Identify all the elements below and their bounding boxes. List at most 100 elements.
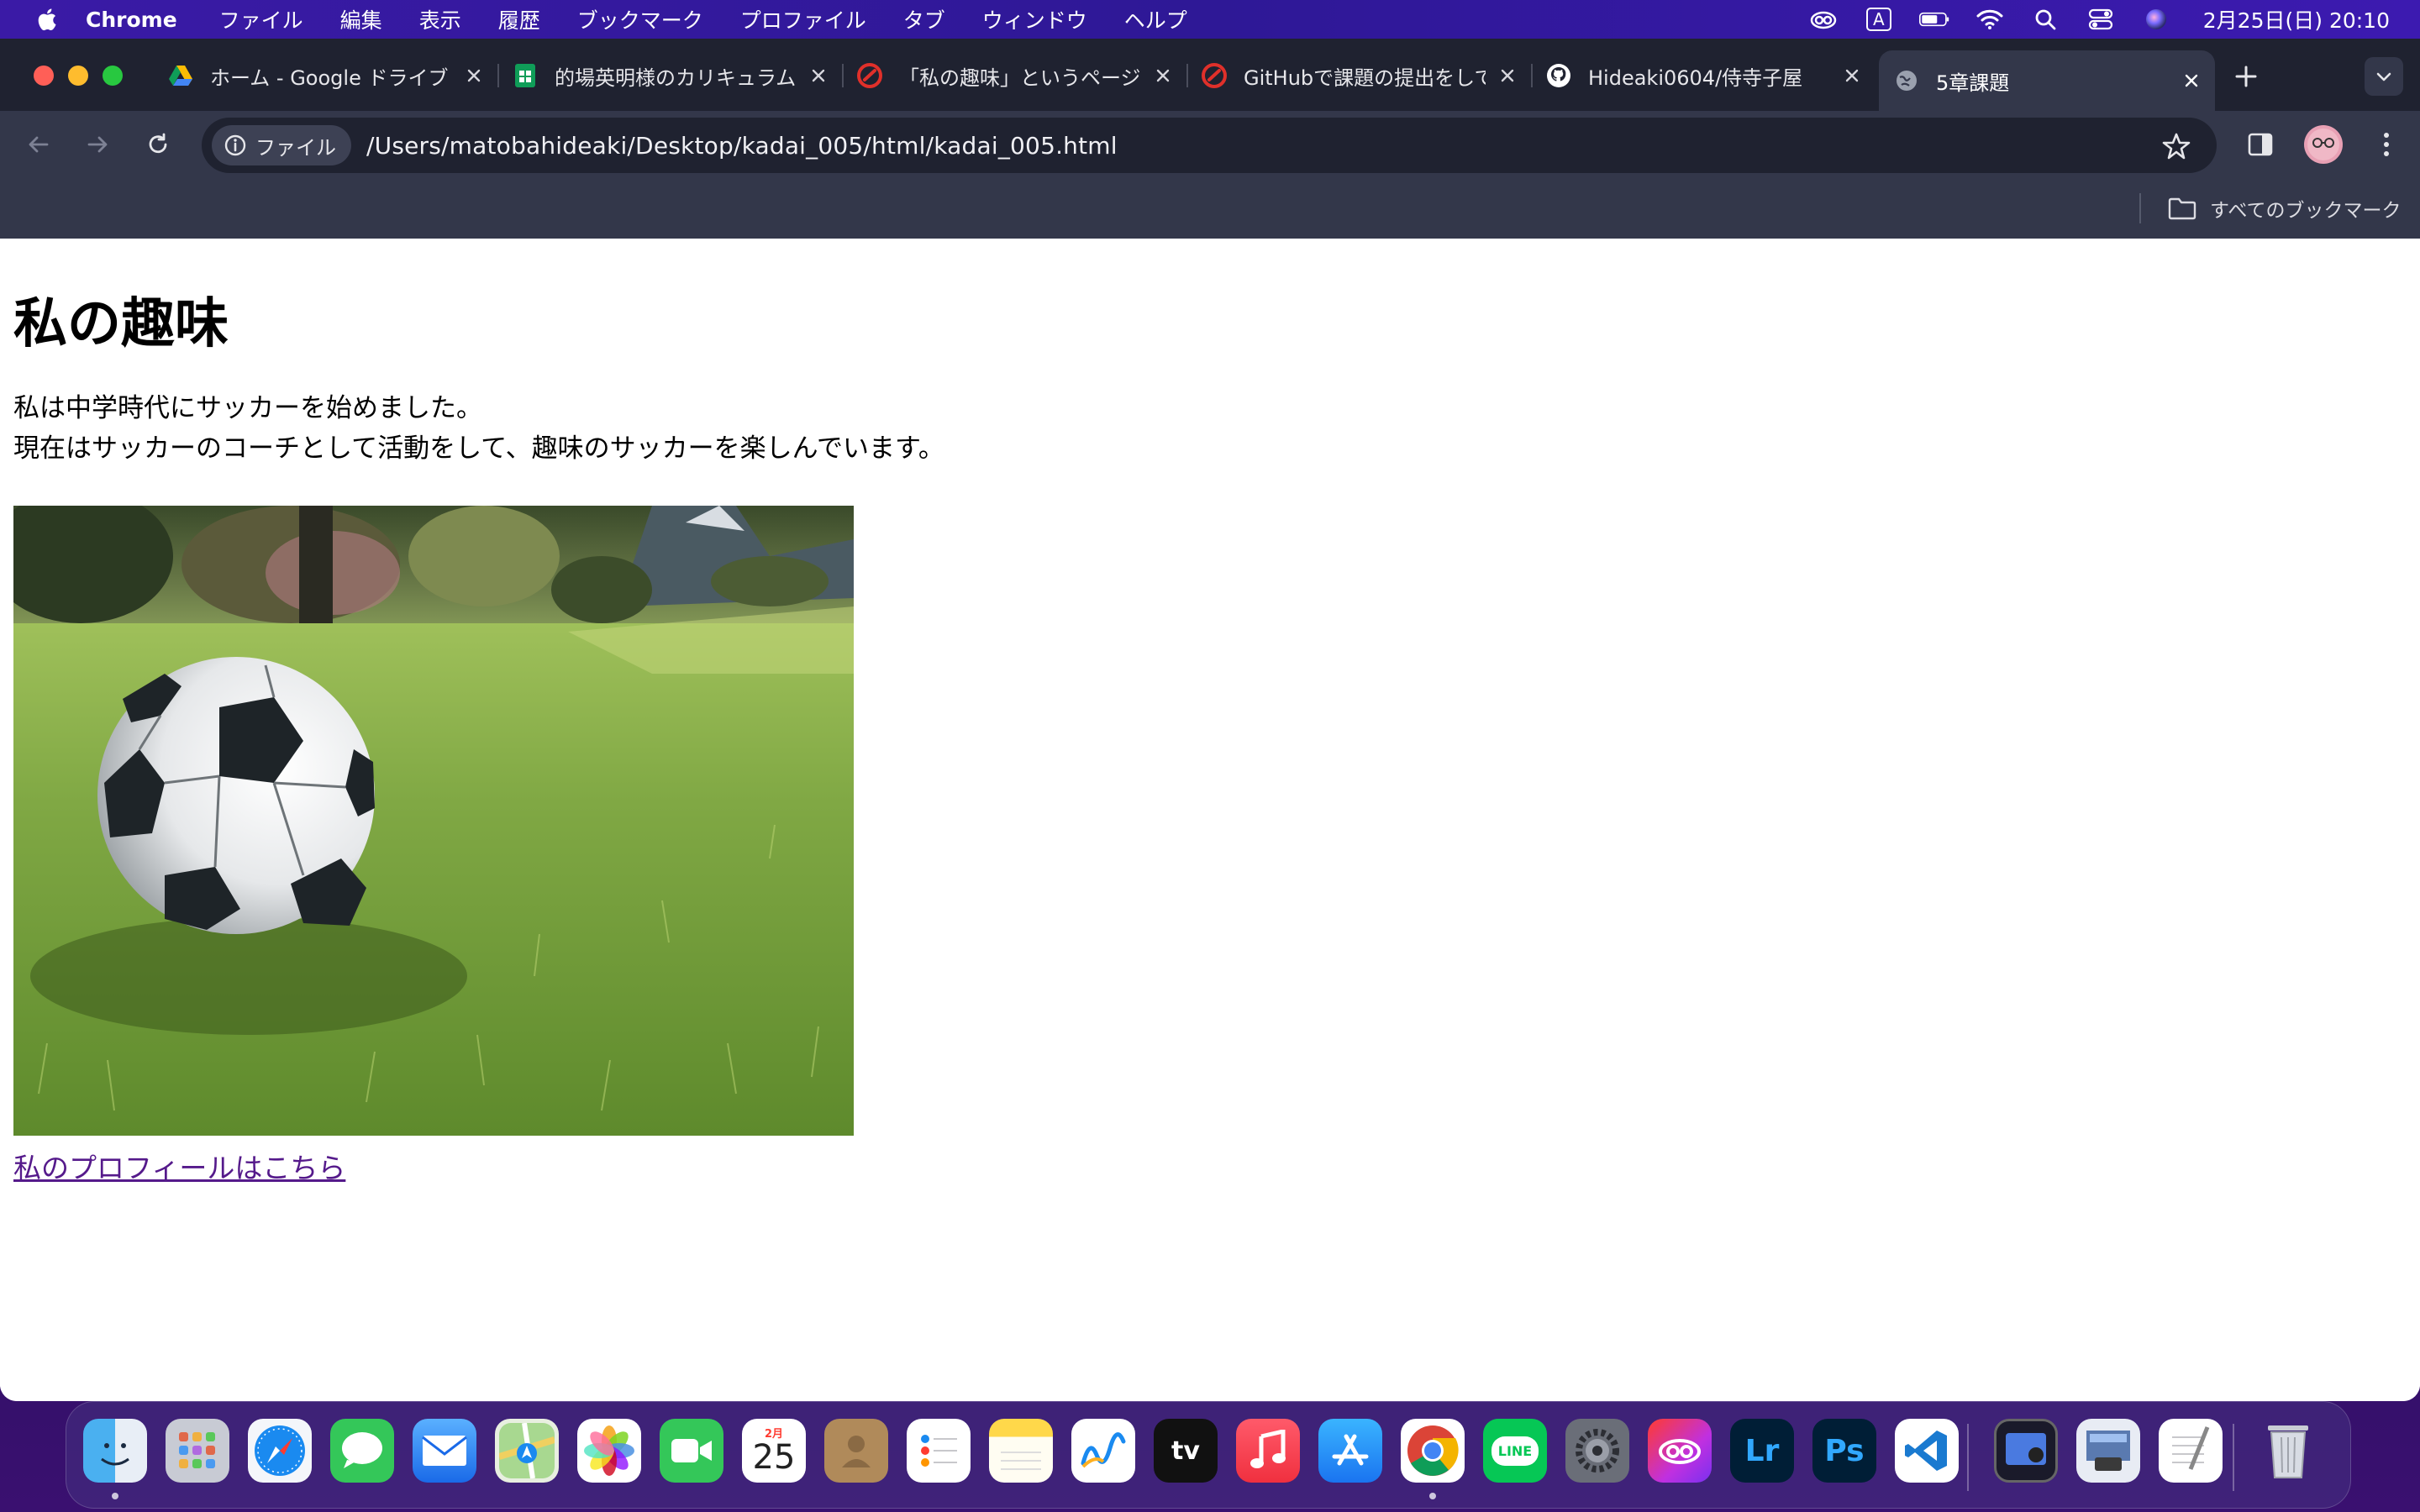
- url-text[interactable]: /Users/matobahideaki/Desktop/kadai_005/h…: [366, 132, 1118, 160]
- apple-tv-icon[interactable]: tv: [1154, 1419, 1218, 1483]
- tab-github-submission[interactable]: GitHubで課題の提出をして: [1186, 50, 1533, 101]
- menu-file[interactable]: ファイル: [219, 4, 303, 34]
- creative-cloud-status-icon[interactable]: [1808, 7, 1839, 32]
- menu-help[interactable]: ヘルプ: [1124, 4, 1187, 34]
- more-menu-icon[interactable]: [2371, 128, 2402, 161]
- dock-separator: [2233, 1424, 2234, 1491]
- apple-tv-label: tv: [1171, 1436, 1200, 1466]
- contacts-icon[interactable]: [824, 1419, 888, 1483]
- close-tab-icon[interactable]: [1842, 66, 1862, 86]
- close-tab-icon[interactable]: [1153, 66, 1173, 86]
- tab-google-drive[interactable]: ホーム - Google ドライブ: [153, 50, 499, 101]
- menu-window[interactable]: ウィンドウ: [982, 4, 1087, 34]
- window-controls: [34, 66, 123, 86]
- site-info-chip[interactable]: ファイル: [212, 125, 351, 165]
- photos-icon[interactable]: [577, 1419, 641, 1483]
- menu-tab[interactable]: タブ: [903, 4, 945, 34]
- bookmarks-bar: すべてのブックマーク: [0, 178, 2420, 239]
- calendar-icon[interactable]: 2月 25: [742, 1419, 806, 1483]
- textedit-icon[interactable]: [2159, 1419, 2223, 1483]
- control-center-icon[interactable]: [2086, 7, 2116, 32]
- back-button[interactable]: [22, 128, 55, 161]
- new-tab-icon[interactable]: [2232, 62, 2260, 91]
- input-mode-label: A: [1865, 8, 1891, 31]
- system-settings-icon[interactable]: [1565, 1419, 1629, 1483]
- dock: 2月 25 tv LINE Lr Ps: [66, 1401, 2351, 1509]
- trash-icon[interactable]: [2256, 1419, 2320, 1483]
- tab-chapter5-task[interactable]: 5章課題: [1879, 50, 2215, 111]
- close-tab-icon[interactable]: [464, 66, 484, 86]
- app-store-icon[interactable]: [1318, 1419, 1382, 1483]
- tab-title: ホーム - Google ドライブ: [210, 66, 449, 90]
- chrome-icon[interactable]: [1401, 1419, 1465, 1483]
- notes-icon[interactable]: [989, 1419, 1053, 1483]
- close-window-button[interactable]: [34, 66, 54, 86]
- wifi-icon[interactable]: [1975, 7, 2005, 32]
- globe-icon: [1894, 68, 1919, 93]
- running-indicator: [1429, 1493, 1436, 1499]
- vscode-icon[interactable]: [1895, 1419, 1959, 1483]
- siri-icon[interactable]: [2141, 7, 2171, 32]
- tab-title: GitHubで課題の提出をして: [1244, 66, 1486, 90]
- profile-avatar[interactable]: [2304, 125, 2343, 164]
- script-editor-icon[interactable]: [2076, 1419, 2140, 1483]
- launchpad-icon[interactable]: [166, 1419, 229, 1483]
- paragraph-line-1: 私は中学時代にサッカーを始めました。: [13, 393, 482, 423]
- menu-profiles[interactable]: プロファイル: [740, 4, 866, 34]
- menu-edit[interactable]: 編集: [340, 4, 382, 34]
- facetime-icon[interactable]: [660, 1419, 723, 1483]
- address-bar[interactable]: ファイル /Users/matobahideaki/Desktop/kadai_…: [202, 118, 2217, 173]
- close-tab-icon[interactable]: [2181, 71, 2202, 91]
- line-label: LINE: [1491, 1436, 1539, 1466]
- google-sheets-icon: [513, 63, 538, 88]
- arrow-left-icon: [29, 136, 49, 153]
- samurai-terakoya-icon: [1202, 63, 1227, 88]
- tab-github-repo[interactable]: Hideaki0604/侍寺子屋: [1531, 50, 1876, 101]
- tab-search-button[interactable]: [2365, 57, 2403, 96]
- profile-link[interactable]: 私のプロフィールはこちら: [13, 1146, 345, 1186]
- music-icon[interactable]: [1236, 1419, 1300, 1483]
- battery-icon[interactable]: [1918, 7, 1949, 32]
- menu-app-name[interactable]: Chrome: [86, 8, 177, 32]
- messages-icon[interactable]: [330, 1419, 394, 1483]
- freeform-icon[interactable]: [1071, 1419, 1135, 1483]
- photoshop-icon[interactable]: Ps: [1812, 1419, 1876, 1483]
- site-info-label: ファイル: [255, 135, 336, 160]
- maps-icon[interactable]: [495, 1419, 559, 1483]
- chevron-down-icon: [2376, 72, 2391, 81]
- lightroom-icon[interactable]: Lr: [1730, 1419, 1794, 1483]
- menubar-clock[interactable]: 2月25日(日) 20:10: [2203, 4, 2390, 34]
- avatar-face-icon: [2307, 129, 2339, 160]
- creative-cloud-icon[interactable]: [1648, 1419, 1712, 1483]
- side-panel-icon[interactable]: [2245, 129, 2275, 160]
- lightroom-label: Lr: [1744, 1433, 1780, 1468]
- minimize-window-button[interactable]: [68, 66, 88, 86]
- tab-curriculum-sheet[interactable]: 的場英明様のカリキュラム: [497, 50, 844, 101]
- menu-history[interactable]: 履歴: [498, 4, 540, 34]
- preview-icon[interactable]: [1994, 1419, 2058, 1483]
- apple-logo-icon[interactable]: [35, 7, 57, 32]
- page-heading: 私の趣味: [13, 293, 229, 355]
- reload-button[interactable]: [141, 128, 175, 161]
- all-bookmarks-button[interactable]: すべてのブックマーク: [2168, 192, 2401, 225]
- bookmark-star-icon[interactable]: [2161, 131, 2191, 161]
- google-drive-icon: [168, 63, 193, 88]
- reminders-icon[interactable]: [907, 1419, 971, 1483]
- finder-icon[interactable]: [83, 1419, 147, 1483]
- forward-button[interactable]: [81, 128, 114, 161]
- zoom-window-button[interactable]: [103, 66, 123, 86]
- safari-icon[interactable]: [248, 1419, 312, 1483]
- close-tab-icon[interactable]: [808, 66, 829, 86]
- line-icon[interactable]: LINE: [1483, 1419, 1547, 1483]
- menu-view[interactable]: 表示: [419, 4, 461, 34]
- tab-strip: ホーム - Google ドライブ 的場英明様のカリキュラム 「私の趣味」という…: [0, 39, 2420, 111]
- dock-separator: [1967, 1424, 1969, 1491]
- page-paragraph: 私は中学時代にサッカーを始めました。 現在はサッカーのコーチとして活動をして、趣…: [13, 388, 944, 469]
- github-icon: [1546, 63, 1571, 88]
- close-tab-icon[interactable]: [1497, 66, 1518, 86]
- mail-icon[interactable]: [413, 1419, 476, 1483]
- menu-bookmarks[interactable]: ブックマーク: [577, 4, 703, 34]
- tab-hobby-page-task[interactable]: 「私の趣味」というページ: [842, 50, 1188, 101]
- spotlight-search-icon[interactable]: [2030, 7, 2060, 32]
- input-source-icon[interactable]: A: [1864, 7, 1894, 32]
